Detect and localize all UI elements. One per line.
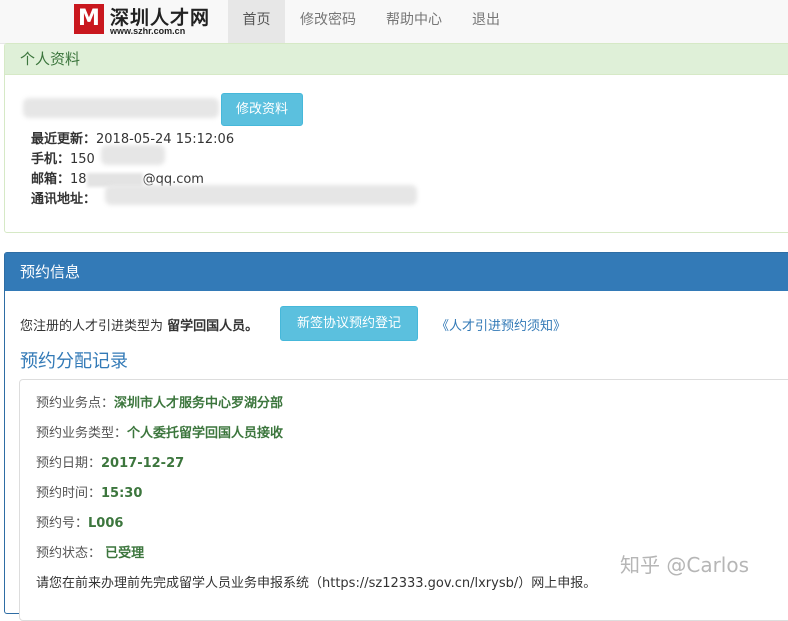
record-value: L006 [88,516,124,531]
record-value: 15:30 [101,486,143,501]
nav-home[interactable]: 首页 [228,0,285,43]
record-label: 预约状态： [36,546,102,561]
record-label: 预约业务点： [36,396,115,411]
phone-value: 150 [70,152,95,167]
record-label: 预约日期： [36,456,102,471]
record-line-branch: 预约业务点：深圳市人才服务中心罗湖分部 [36,392,283,411]
redacted-address [105,185,417,205]
top-navbar: M 深圳人才网 www.szhr.com.cn 首页 修改密码 帮助中心 退出 [0,0,788,44]
nav-help-center[interactable]: 帮助中心 [377,0,451,43]
record-line-status: 预约状态： 已受理 [36,542,144,561]
talent-type-value: 留学回国人员。 [167,319,259,334]
record-line-date: 预约日期：2017-12-27 [36,452,184,471]
new-agreement-button[interactable]: 新签协议预约登记 [280,306,418,341]
redacted-name [23,98,219,118]
talent-type-line: 您注册的人才引进类型为 留学回国人员。 [20,315,258,334]
logo-url: www.szhr.com.cn [110,26,186,36]
phone-line: 手机：150 [31,148,95,167]
zhihu-watermark: 知乎 @Carlos [620,553,750,577]
record-line-business-type: 预约业务类型：个人委托留学回国人员接收 [36,422,283,441]
record-line-number: 预约号：L006 [36,512,123,531]
record-label: 预约号： [36,516,89,531]
nav-change-password[interactable]: 修改密码 [291,0,365,43]
record-label: 预约时间： [36,486,102,501]
record-line-time: 预约时间：15:30 [36,482,142,501]
reservation-panel-heading: 预约信息 [5,253,788,291]
talent-type-prefix: 您注册的人才引进类型为 [20,319,164,334]
record-section-title: 预约分配记录 [20,351,128,372]
address-line: 通讯地址： [31,188,96,207]
record-value: 2017-12-27 [101,456,185,471]
record-value: 已受理 [105,546,145,561]
phone-label: 手机： [31,152,71,167]
email-prefix: 18 [70,172,87,187]
record-value: 深圳市人才服务中心罗湖分部 [114,396,284,411]
address-label: 通讯地址： [31,192,97,207]
reservation-record-box: 预约业务点：深圳市人才服务中心罗湖分部 预约业务类型：个人委托留学回国人员接收 … [19,379,788,621]
nav-logout[interactable]: 退出 [462,0,510,43]
profile-panel: 个人资料 修改资料 最近更新：2018-05-24 15:12:06 手机：15… [4,43,788,233]
online-declaration-note: 请您在前来办理前先完成留学人员业务申报系统（https://sz12333.go… [36,576,597,591]
last-update-label: 最近更新： [31,132,97,147]
redacted-phone [101,145,165,165]
edit-profile-button[interactable]: 修改资料 [221,93,303,126]
email-label: 邮箱： [31,172,71,187]
record-label: 预约业务类型： [36,426,128,441]
reservation-notice-link[interactable]: 《人才引进预约须知》 [436,315,566,334]
logo-mark-icon: M [74,4,104,34]
record-value: 个人委托留学回国人员接收 [127,426,284,441]
profile-panel-heading: 个人资料 [5,44,788,75]
